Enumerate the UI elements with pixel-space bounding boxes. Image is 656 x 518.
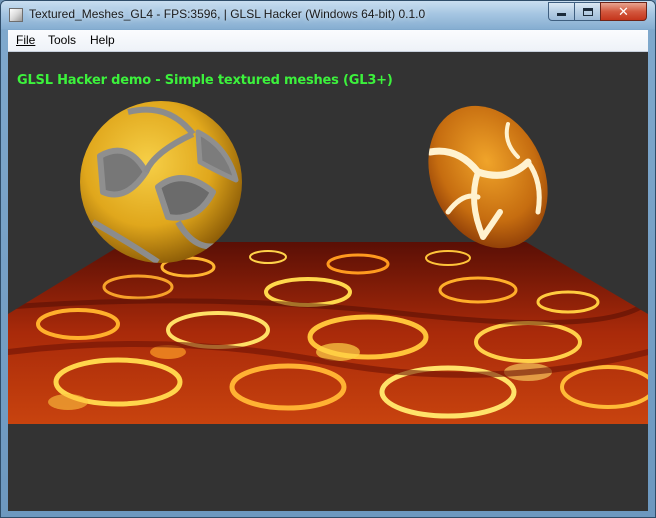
maximize-button[interactable] (574, 2, 601, 21)
textured-floor-plane (8, 242, 648, 424)
minimize-icon (557, 13, 566, 16)
menu-bar: File Tools Help (8, 30, 648, 52)
demo-overlay-text: GLSL Hacker demo - Simple textured meshe… (17, 73, 393, 88)
app-window: Textured_Meshes_GL4 - FPS:3596, | GLSL H… (0, 0, 656, 518)
textured-ellipsoid (426, 105, 548, 249)
minimize-button[interactable] (548, 2, 575, 21)
window-title: Textured_Meshes_GL4 - FPS:3596, | GLSL H… (29, 7, 426, 21)
close-button[interactable]: ✕ (600, 2, 647, 21)
textured-sphere (80, 101, 242, 263)
render-viewport[interactable]: GLSL Hacker demo - Simple textured meshe… (8, 52, 648, 511)
menu-tools[interactable]: Tools (48, 33, 76, 47)
close-icon: ✕ (618, 4, 629, 19)
title-bar[interactable]: Textured_Meshes_GL4 - FPS:3596, | GLSL H… (1, 1, 655, 29)
menu-help[interactable]: Help (90, 33, 115, 47)
app-icon[interactable] (9, 8, 23, 22)
maximize-icon (582, 7, 593, 16)
menu-file[interactable]: File (16, 33, 35, 47)
3d-scene (8, 101, 648, 424)
